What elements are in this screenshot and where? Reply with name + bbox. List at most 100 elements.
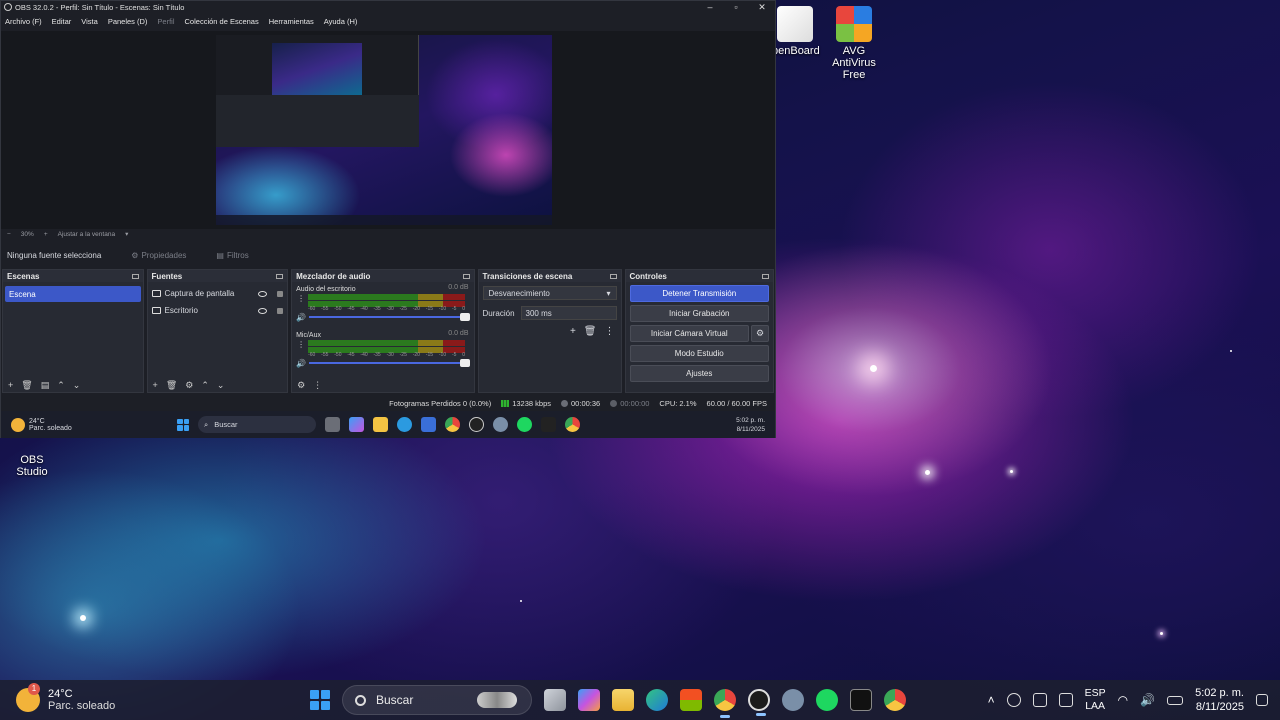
advanced-audio-icon[interactable]: ⚙	[297, 380, 305, 391]
tray-app-icon[interactable]	[1006, 693, 1021, 707]
lock-icon[interactable]	[277, 307, 284, 314]
menu-vista[interactable]: Vista	[81, 17, 98, 26]
tray-muted-icon[interactable]	[1032, 693, 1047, 707]
taskbar: 1 24°C Parc. soleado Buscar ˄ ESP LAA ◠ …	[0, 680, 1280, 720]
trash-icon[interactable]: 🗑	[166, 380, 177, 391]
chrome-profile-icon[interactable]	[884, 689, 906, 711]
studio-mode-button[interactable]: Modo Estudio	[629, 345, 770, 362]
edge-icon	[397, 417, 412, 432]
transition-select[interactable]: Desvanecimiento ▾	[482, 286, 617, 300]
epic-games-icon[interactable]	[850, 689, 872, 711]
kebab-icon[interactable]: ⋮	[605, 326, 615, 337]
arrow-up-icon[interactable]: ⌃	[201, 380, 209, 391]
settings-app-icon[interactable]	[782, 689, 804, 711]
weather-condition: Parc. soleado	[48, 700, 116, 712]
microsoft-store-icon[interactable]	[680, 689, 702, 711]
kebab-icon[interactable]: ⋮	[297, 340, 305, 349]
menu-editar[interactable]: Editar	[52, 17, 72, 26]
gear-icon[interactable]: ⚙	[751, 325, 770, 342]
chevron-down-icon[interactable]: ▾	[125, 230, 128, 238]
captured-time: 5:02 p. m.	[736, 416, 765, 424]
volume-slider[interactable]	[309, 313, 471, 321]
tray-pen-icon[interactable]	[1058, 693, 1073, 707]
battery-icon[interactable]	[1167, 695, 1184, 705]
clock[interactable]: 5:02 p. m. 8/11/2025	[1195, 686, 1244, 714]
spotify-icon[interactable]	[816, 689, 838, 711]
add-icon[interactable]: +	[570, 326, 576, 337]
menu-paneles[interactable]: Paneles (D)	[108, 17, 148, 26]
menu-ayuda[interactable]: Ayuda (H)	[324, 17, 358, 26]
speaker-icon[interactable]: 🔊	[296, 359, 306, 368]
fit-window-button[interactable]: Ajustar a la ventana	[58, 231, 115, 238]
desktop-icon-obs[interactable]: OBS Studio	[4, 440, 60, 478]
captured-weather: 24°C Parc. soleado	[1, 417, 177, 432]
gear-icon[interactable]: ⚙	[185, 380, 193, 391]
zoom-out-button[interactable]: −	[7, 231, 11, 238]
start-button[interactable]	[310, 690, 330, 710]
language-indicator[interactable]: ESP LAA	[1085, 687, 1106, 713]
eye-icon[interactable]	[258, 290, 268, 297]
popout-icon[interactable]	[276, 273, 284, 279]
maximize-icon[interactable]: ▫	[723, 2, 749, 12]
volume-slider[interactable]	[309, 359, 471, 367]
menu-herramientas[interactable]: Herramientas	[269, 17, 314, 26]
volume-knob[interactable]	[460, 313, 471, 321]
add-icon[interactable]: +	[153, 380, 158, 390]
arrow-down-icon[interactable]: ⌄	[217, 380, 225, 391]
filters-button[interactable]: ▤ Filtros	[216, 251, 248, 260]
lock-icon[interactable]	[277, 290, 284, 297]
zoom-bar: − 30% + Ajustar a la ventana ▾	[1, 229, 775, 239]
menu-coleccion-escenas[interactable]: Colección de Escenas	[185, 17, 259, 26]
tick: 0	[462, 306, 466, 312]
stop-stream-button[interactable]: Detener Transmisión	[629, 285, 770, 302]
desktop-icon-openboard[interactable]: penBoard	[772, 6, 820, 57]
time: 5:02 p. m.	[1195, 687, 1244, 699]
edge-icon[interactable]	[646, 689, 668, 711]
tick: -30	[386, 306, 394, 312]
start-recording-button[interactable]: Iniciar Grabación	[629, 305, 770, 322]
volume-knob[interactable]	[460, 359, 471, 367]
popout-icon[interactable]	[609, 273, 617, 279]
add-icon[interactable]: +	[8, 380, 13, 390]
minimize-icon[interactable]: –	[697, 2, 723, 12]
properties-button[interactable]: ⚙ Propiedades	[131, 251, 186, 260]
menu-perfil[interactable]: Perfil	[157, 17, 174, 26]
source-item-captura[interactable]: Captura de pantalla	[148, 285, 288, 302]
scene-item[interactable]: Escena	[5, 286, 141, 302]
virtual-camera-button[interactable]: Iniciar Cámara Virtual	[629, 325, 750, 342]
eye-icon[interactable]	[258, 307, 268, 314]
copilot-icon[interactable]	[578, 689, 600, 711]
source-item-escritorio[interactable]: Escritorio	[148, 302, 288, 319]
search-box[interactable]: Buscar	[342, 685, 532, 715]
wifi-icon[interactable]: ◠	[1118, 693, 1128, 707]
trash-icon[interactable]: 🗑	[584, 326, 597, 337]
kebab-icon[interactable]: ⋮	[297, 294, 305, 303]
popout-icon[interactable]	[762, 273, 770, 279]
close-icon[interactable]: ✕	[749, 2, 775, 13]
duration-input[interactable]: 300 ms	[520, 306, 617, 320]
arrow-up-icon[interactable]: ⌃	[57, 380, 65, 391]
desktop-icon-avg[interactable]: AVG AntiVirus Free	[822, 6, 886, 81]
tick: -15	[425, 306, 434, 312]
tick: -20	[412, 306, 420, 312]
kebab-icon[interactable]: ⋮	[313, 380, 322, 391]
filter-icon[interactable]: ▤	[41, 380, 50, 391]
obs-studio-icon[interactable]	[748, 689, 770, 716]
task-view-icon[interactable]	[544, 689, 566, 711]
file-explorer-icon[interactable]	[612, 689, 634, 711]
weather-widget[interactable]: 1 24°C Parc. soleado	[0, 683, 310, 712]
notification-icon[interactable]	[1256, 694, 1268, 706]
popout-icon[interactable]	[131, 273, 139, 279]
zoom-in-button[interactable]: +	[44, 231, 48, 238]
trash-icon[interactable]: 🗑	[21, 380, 32, 391]
controls-dock: Controles Detener Transmisión Iniciar Gr…	[624, 269, 775, 393]
menu-archivo[interactable]: Archivo (F)	[5, 17, 42, 26]
chevron-up-icon[interactable]: ˄	[988, 693, 995, 707]
settings-button[interactable]: Ajustes	[629, 365, 770, 382]
popout-icon[interactable]	[462, 273, 470, 279]
volume-icon[interactable]: 🔊	[1140, 693, 1155, 707]
speaker-icon[interactable]: 🔊	[296, 313, 306, 322]
preview-canvas[interactable]	[216, 35, 552, 225]
arrow-down-icon[interactable]: ⌄	[73, 380, 81, 391]
chrome-icon[interactable]	[714, 689, 736, 718]
